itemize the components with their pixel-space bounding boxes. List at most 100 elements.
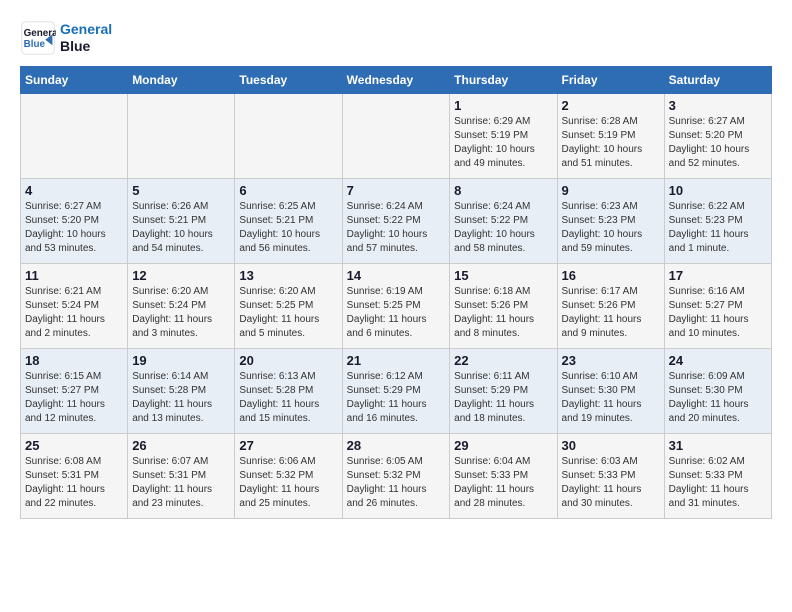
calendar-cell: 8Sunrise: 6:24 AMSunset: 5:22 PMDaylight…: [450, 179, 557, 264]
day-info: Sunrise: 6:26 AMSunset: 5:21 PMDaylight:…: [132, 200, 230, 256]
calendar-cell: 26 Sunrise: 6:07 AMSunset: 5:31 PMDayligh…: [128, 434, 235, 519]
day-number: 24: [669, 353, 767, 368]
day-number: 11: [25, 268, 123, 283]
calendar-cell: 15 Sunrise: 6:18 AMSunset: 5:26 PMDayligh…: [450, 264, 557, 349]
day-info: Sunrise: 6:24 AMSunset: 5:22 PMDaylight:…: [454, 200, 552, 256]
header: General Blue GeneralBlue: [20, 20, 772, 56]
calendar-cell: [342, 94, 450, 179]
calendar-cell: 16 Sunrise: 6:17 AMSunset: 5:26 PMDayligh…: [557, 264, 664, 349]
calendar-cell: 17 Sunrise: 6:16 AMSunset: 5:27 PMDayligh…: [664, 264, 771, 349]
day-info: Sunrise: 6:07 AMSunset: 5:31 PMDaylight:…: [132, 455, 230, 511]
day-number: 17: [669, 268, 767, 283]
day-info: Sunrise: 6:10 AMSunset: 5:30 PMDaylight:…: [562, 370, 660, 426]
day-number: 3: [669, 98, 767, 113]
calendar-cell: 2 Sunrise: 6:28 AMSunset: 5:19 PMDaylight…: [557, 94, 664, 179]
day-info: Sunrise: 6:20 AMSunset: 5:24 PMDaylight:…: [132, 285, 230, 341]
day-info: Sunrise: 6:18 AMSunset: 5:26 PMDaylight:…: [454, 285, 552, 341]
day-info: Sunrise: 6:24 AMSunset: 5:22 PMDaylight:…: [347, 200, 446, 256]
calendar-cell: [128, 94, 235, 179]
day-info: Sunrise: 6:22 AMSunset: 5:23 PMDaylight:…: [669, 200, 767, 256]
calendar-cell: 23 Sunrise: 6:10 AMSunset: 5:30 PMDayligh…: [557, 349, 664, 434]
calendar-cell: 29 Sunrise: 6:04 AMSunset: 5:33 PMDayligh…: [450, 434, 557, 519]
day-info: Sunrise: 6:27 AMSunset: 5:20 PMDaylight:…: [25, 200, 123, 256]
calendar-cell: 27Sunrise: 6:06 AMSunset: 5:32 PMDayligh…: [235, 434, 342, 519]
calendar-cell: 19 Sunrise: 6:14 AMSunset: 5:28 PMDayligh…: [128, 349, 235, 434]
calendar-cell: 7 Sunrise: 6:24 AMSunset: 5:22 PMDaylight…: [342, 179, 450, 264]
day-number: 29: [454, 438, 552, 453]
calendar-cell: 22 Sunrise: 6:11 AMSunset: 5:29 PMDayligh…: [450, 349, 557, 434]
day-number: 13: [239, 268, 337, 283]
day-info: Sunrise: 6:28 AMSunset: 5:19 PMDaylight:…: [562, 115, 660, 171]
day-info: Sunrise: 6:27 AMSunset: 5:20 PMDaylight:…: [669, 115, 767, 171]
day-number: 25: [25, 438, 123, 453]
calendar-cell: 3 Sunrise: 6:27 AMSunset: 5:20 PMDaylight…: [664, 94, 771, 179]
calendar-cell: 9 Sunrise: 6:23 AMSunset: 5:23 PMDaylight…: [557, 179, 664, 264]
day-number: 2: [562, 98, 660, 113]
day-number: 10: [669, 183, 767, 198]
day-number: 30: [562, 438, 660, 453]
calendar-cell: 18Sunrise: 6:15 AMSunset: 5:27 PMDayligh…: [21, 349, 128, 434]
day-info: Sunrise: 6:29 AMSunset: 5:19 PMDaylight:…: [454, 115, 552, 171]
day-number: 5: [132, 183, 230, 198]
day-info: Sunrise: 6:13 AMSunset: 5:28 PMDaylight:…: [239, 370, 337, 426]
calendar-cell: [21, 94, 128, 179]
calendar-cell: 4 Sunrise: 6:27 AMSunset: 5:20 PMDaylight…: [21, 179, 128, 264]
day-number: 7: [347, 183, 446, 198]
calendar-cell: 6Sunrise: 6:25 AMSunset: 5:21 PMDaylight…: [235, 179, 342, 264]
day-number: 21: [347, 353, 446, 368]
calendar-cell: 14 Sunrise: 6:19 AMSunset: 5:25 PMDayligh…: [342, 264, 450, 349]
day-info: Sunrise: 6:14 AMSunset: 5:28 PMDaylight:…: [132, 370, 230, 426]
calendar-cell: 13Sunrise: 6:20 AMSunset: 5:25 PMDayligh…: [235, 264, 342, 349]
day-number: 4: [25, 183, 123, 198]
day-number: 14: [347, 268, 446, 283]
calendar-cell: 12 Sunrise: 6:20 AMSunset: 5:24 PMDayligh…: [128, 264, 235, 349]
weekday-header-thursday: Thursday: [450, 67, 557, 94]
calendar-cell: [235, 94, 342, 179]
day-info: Sunrise: 6:23 AMSunset: 5:23 PMDaylight:…: [562, 200, 660, 256]
calendar-cell: 24 Sunrise: 6:09 AMSunset: 5:30 PMDayligh…: [664, 349, 771, 434]
weekday-header-sunday: Sunday: [21, 67, 128, 94]
day-info: Sunrise: 6:04 AMSunset: 5:33 PMDaylight:…: [454, 455, 552, 511]
weekday-header-row: SundayMondayTuesdayWednesdayThursdayFrid…: [21, 67, 772, 94]
calendar-cell: 5 Sunrise: 6:26 AMSunset: 5:21 PMDaylight…: [128, 179, 235, 264]
day-number: 26: [132, 438, 230, 453]
calendar-week-row: 1Sunrise: 6:29 AMSunset: 5:19 PMDaylight…: [21, 94, 772, 179]
day-number: 22: [454, 353, 552, 368]
logo-text: GeneralBlue: [60, 21, 112, 55]
day-info: Sunrise: 6:25 AMSunset: 5:21 PMDaylight:…: [239, 200, 337, 256]
weekday-header-friday: Friday: [557, 67, 664, 94]
day-info: Sunrise: 6:17 AMSunset: 5:26 PMDaylight:…: [562, 285, 660, 341]
calendar-table: SundayMondayTuesdayWednesdayThursdayFrid…: [20, 66, 772, 519]
day-number: 28: [347, 438, 446, 453]
day-number: 15: [454, 268, 552, 283]
weekday-header-saturday: Saturday: [664, 67, 771, 94]
day-number: 12: [132, 268, 230, 283]
day-info: Sunrise: 6:03 AMSunset: 5:33 PMDaylight:…: [562, 455, 660, 511]
day-info: Sunrise: 6:02 AMSunset: 5:33 PMDaylight:…: [669, 455, 767, 511]
calendar-week-row: 25Sunrise: 6:08 AMSunset: 5:31 PMDayligh…: [21, 434, 772, 519]
calendar-cell: 25Sunrise: 6:08 AMSunset: 5:31 PMDayligh…: [21, 434, 128, 519]
day-info: Sunrise: 6:16 AMSunset: 5:27 PMDaylight:…: [669, 285, 767, 341]
calendar-cell: 28 Sunrise: 6:05 AMSunset: 5:32 PMDayligh…: [342, 434, 450, 519]
calendar-week-row: 11Sunrise: 6:21 AMSunset: 5:24 PMDayligh…: [21, 264, 772, 349]
day-number: 20: [239, 353, 337, 368]
day-info: Sunrise: 6:05 AMSunset: 5:32 PMDaylight:…: [347, 455, 446, 511]
day-number: 18: [25, 353, 123, 368]
day-info: Sunrise: 6:09 AMSunset: 5:30 PMDaylight:…: [669, 370, 767, 426]
day-number: 9: [562, 183, 660, 198]
day-number: 16: [562, 268, 660, 283]
logo-icon: General Blue: [20, 20, 56, 56]
weekday-header-monday: Monday: [128, 67, 235, 94]
calendar-cell: 21 Sunrise: 6:12 AMSunset: 5:29 PMDayligh…: [342, 349, 450, 434]
logo: General Blue GeneralBlue: [20, 20, 112, 56]
calendar-cell: 31Sunrise: 6:02 AMSunset: 5:33 PMDayligh…: [664, 434, 771, 519]
day-info: Sunrise: 6:12 AMSunset: 5:29 PMDaylight:…: [347, 370, 446, 426]
day-number: 19: [132, 353, 230, 368]
day-info: Sunrise: 6:11 AMSunset: 5:29 PMDaylight:…: [454, 370, 552, 426]
calendar-cell: 30 Sunrise: 6:03 AMSunset: 5:33 PMDayligh…: [557, 434, 664, 519]
calendar-cell: 1Sunrise: 6:29 AMSunset: 5:19 PMDaylight…: [450, 94, 557, 179]
day-number: 23: [562, 353, 660, 368]
weekday-header-wednesday: Wednesday: [342, 67, 450, 94]
day-info: Sunrise: 6:19 AMSunset: 5:25 PMDaylight:…: [347, 285, 446, 341]
day-info: Sunrise: 6:06 AMSunset: 5:32 PMDaylight:…: [239, 455, 337, 511]
